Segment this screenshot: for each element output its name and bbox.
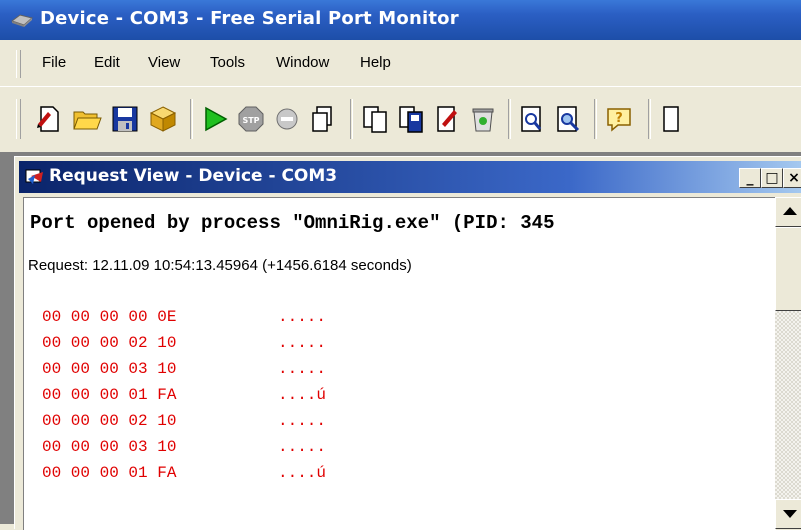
hex-ascii: ..... xyxy=(278,360,327,378)
hex-bytes: 00 00 00 02 10 xyxy=(42,334,177,352)
hex-row: 00 00 00 02 10..... xyxy=(42,412,326,436)
hex-ascii: ..... xyxy=(278,308,327,326)
port-opened-line: Port opened by process "OmniRig.exe" (PI… xyxy=(30,212,555,234)
package-icon[interactable] xyxy=(148,104,178,134)
hex-ascii: ..... xyxy=(278,438,327,456)
menu-view[interactable]: View xyxy=(148,40,180,86)
scroll-thumb[interactable] xyxy=(775,227,801,311)
hex-bytes: 00 00 00 02 10 xyxy=(42,412,177,430)
find-icon[interactable] xyxy=(518,104,548,134)
toolbar-separator xyxy=(648,99,651,139)
hex-row: 00 00 00 02 10..... xyxy=(42,334,326,358)
paste-icon[interactable] xyxy=(396,104,426,134)
hex-ascii: ....ú xyxy=(278,464,327,482)
edit-icon[interactable] xyxy=(432,104,462,134)
scroll-down-button[interactable] xyxy=(775,499,801,529)
app-icon xyxy=(10,11,34,29)
open-folder-icon[interactable] xyxy=(72,104,102,134)
delete-icon[interactable] xyxy=(468,104,498,134)
vertical-scrollbar[interactable] xyxy=(775,197,801,529)
new-session-icon[interactable] xyxy=(34,104,64,134)
request-timestamp-line: Request: 12.11.09 10:54:13.45964 (+1456.… xyxy=(28,257,412,274)
app-title: Device - COM3 - Free Serial Port Monitor xyxy=(40,8,459,29)
menu-bar: File Edit View Tools Window Help xyxy=(0,40,801,87)
menu-tools[interactable]: Tools xyxy=(210,40,245,86)
request-view-title-bar[interactable]: Request View - Device - COM3 _ □ × xyxy=(19,161,801,193)
toolbar: STP ? xyxy=(0,87,801,151)
start-icon[interactable] xyxy=(200,104,230,134)
close-button[interactable]: × xyxy=(783,168,801,188)
hex-ascii: ..... xyxy=(278,412,327,430)
toolbar-separator xyxy=(594,99,597,139)
arrow-up-icon xyxy=(783,207,797,215)
hex-row: 00 00 00 01 FA ....ú xyxy=(42,386,326,410)
find-next-icon[interactable] xyxy=(554,104,584,134)
stop-icon[interactable]: STP xyxy=(236,104,266,134)
maximize-button[interactable]: □ xyxy=(761,168,783,188)
hex-bytes: 00 00 00 03 10 xyxy=(42,438,177,456)
svg-text:?: ? xyxy=(615,111,623,126)
help-icon[interactable]: ? xyxy=(604,104,634,134)
minimize-button[interactable]: _ xyxy=(739,168,761,188)
hex-ascii: ....ú xyxy=(278,386,327,404)
hex-bytes: 00 00 00 00 0E xyxy=(42,308,177,326)
mdi-workspace: Request View - Device - COM3 _ □ × Port … xyxy=(0,152,801,530)
hex-bytes: 00 00 00 01 FA xyxy=(42,464,177,482)
hex-row: 00 00 00 01 FA ....ú xyxy=(42,464,326,488)
request-view-title: Request View - Device - COM3 xyxy=(49,166,338,186)
scroll-up-button[interactable] xyxy=(775,197,801,227)
toolbar-separator xyxy=(350,99,353,139)
menu-help[interactable]: Help xyxy=(360,40,391,86)
request-view-window: Request View - Device - COM3 _ □ × Port … xyxy=(14,156,801,530)
request-view-content[interactable]: Port opened by process "OmniRig.exe" (PI… xyxy=(23,197,776,530)
save-icon[interactable] xyxy=(110,104,140,134)
pages-icon[interactable] xyxy=(360,104,390,134)
menu-edit[interactable]: Edit xyxy=(94,40,120,86)
request-view-icon xyxy=(25,168,45,186)
toolbar-grip[interactable] xyxy=(16,99,21,139)
toolbar-separator xyxy=(508,99,511,139)
hex-row: 00 00 00 03 10..... xyxy=(42,360,326,384)
app-title-bar[interactable]: Device - COM3 - Free Serial Port Monitor xyxy=(0,0,801,40)
menubar-grip[interactable] xyxy=(16,50,21,78)
copy-icon[interactable] xyxy=(308,104,338,134)
toolbar-separator xyxy=(190,99,193,139)
menu-window[interactable]: Window xyxy=(276,40,329,86)
hex-row: 00 00 00 03 10..... xyxy=(42,438,326,462)
hex-row: 00 00 00 00 0E..... xyxy=(42,308,326,332)
arrow-down-icon xyxy=(783,510,797,518)
hex-bytes: 00 00 00 03 10 xyxy=(42,360,177,378)
svg-text:STP: STP xyxy=(242,116,259,125)
about-icon[interactable] xyxy=(660,104,680,134)
pause-icon[interactable] xyxy=(272,104,302,134)
menu-file[interactable]: File xyxy=(42,40,66,86)
hex-bytes: 00 00 00 01 FA xyxy=(42,386,177,404)
hex-ascii: ..... xyxy=(278,334,327,352)
